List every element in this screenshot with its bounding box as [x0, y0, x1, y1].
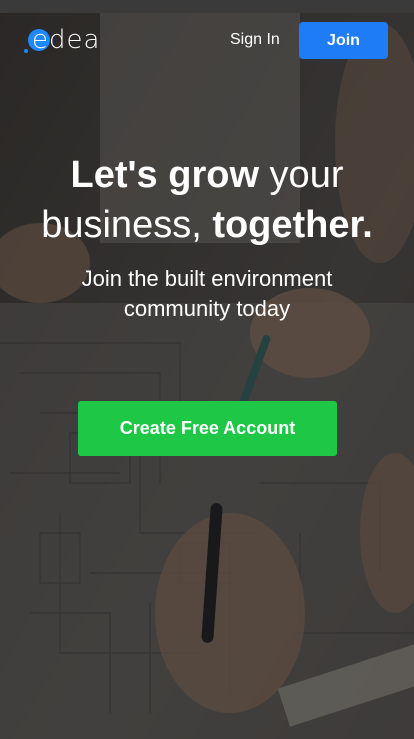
status-strip	[0, 0, 414, 13]
headline-part-lets-grow: Let's grow	[70, 154, 260, 196]
logo-dot-icon	[24, 49, 28, 53]
logo-text: edea	[32, 25, 101, 55]
headline-part-your: your	[259, 154, 344, 196]
sign-in-link[interactable]: Sign In	[230, 27, 280, 53]
headline-part-together: together.	[212, 204, 373, 246]
hero-headline: Let's grow your business, together.	[0, 150, 414, 250]
create-free-account-button[interactable]: Create Free Account	[78, 401, 337, 456]
hero-section: Let's grow your business, together. Join…	[0, 150, 414, 324]
dark-overlay	[0, 13, 414, 739]
join-button[interactable]: Join	[299, 22, 388, 59]
edea-logo[interactable]: edea	[24, 23, 120, 57]
top-navigation: edea Sign In Join	[0, 13, 414, 69]
landing-page: edea Sign In Join Let's grow your busine…	[0, 0, 414, 739]
hero-subline: Join the built environment community tod…	[81, 266, 333, 321]
headline-part-business: business,	[41, 204, 213, 246]
